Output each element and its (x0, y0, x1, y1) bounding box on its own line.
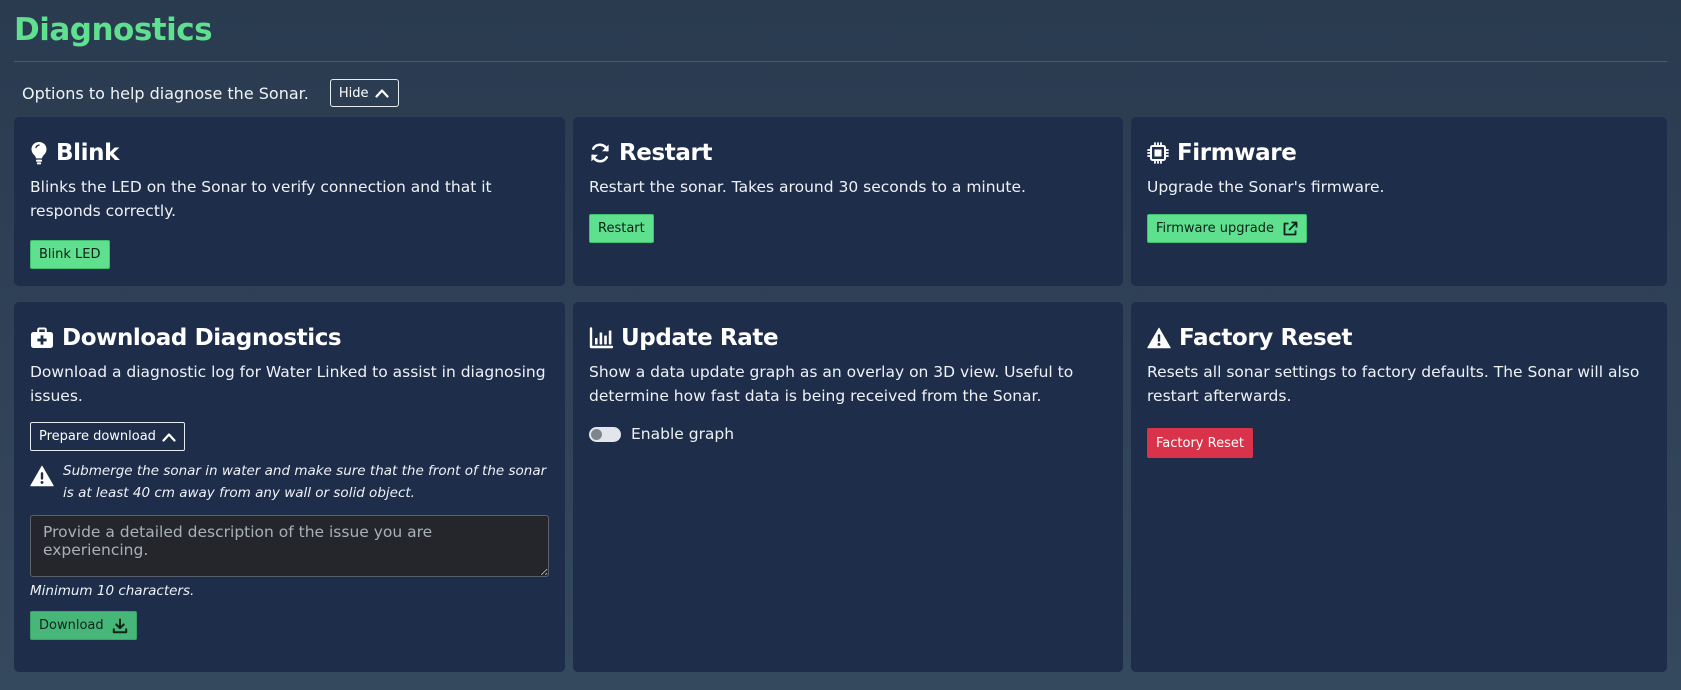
hide-button-label: Hide (338, 85, 369, 101)
restart-description: Restart the sonar. Takes around 30 secon… (589, 178, 1026, 196)
intro-row: Options to help diagnose the Sonar. Hide (22, 79, 400, 107)
firmware-title: Firmware (1177, 140, 1297, 166)
minimum-characters-hint: Minimum 10 characters. (30, 583, 195, 599)
chip-icon (1147, 142, 1169, 164)
blink-card-header: Blink (30, 139, 549, 167)
issue-description-input[interactable] (30, 515, 549, 577)
prepare-download-button-label: Prepare download (39, 429, 156, 444)
enable-graph-toggle[interactable] (589, 426, 621, 442)
factory-reset-card: Factory Reset Resets all sonar settings … (1131, 302, 1667, 672)
prepare-download-button[interactable]: Prepare download (30, 422, 185, 451)
toggle-knob (591, 428, 602, 440)
warning-icon (30, 465, 54, 487)
factory-reset-button[interactable]: Factory Reset (1147, 428, 1253, 458)
warning-icon (1147, 327, 1171, 349)
factory-reset-title: Factory Reset (1179, 325, 1353, 351)
blink-led-button-label: Blink LED (39, 247, 101, 262)
firmware-description: Upgrade the Sonar's firmware. (1147, 178, 1385, 196)
download-diagnostics-card: Download Diagnostics Download a diagnost… (14, 302, 565, 672)
download-title: Download Diagnostics (62, 325, 342, 351)
bar-chart-icon (589, 327, 613, 349)
factory-reset-card-header: Factory Reset (1147, 324, 1651, 352)
firmware-upgrade-button-label: Firmware upgrade (1156, 221, 1275, 236)
restart-button-label: Restart (598, 221, 645, 236)
restart-card-header: Restart (589, 139, 1107, 167)
hide-button[interactable]: Hide (329, 79, 400, 107)
intro-text: Options to help diagnose the Sonar. (22, 83, 309, 103)
restart-card: Restart Restart the sonar. Takes around … (573, 117, 1123, 286)
medkit-icon (31, 327, 53, 348)
title-divider (14, 61, 1667, 62)
blink-description: Blinks the LED on the Sonar to verify co… (30, 178, 492, 220)
enable-graph-label: Enable graph (631, 425, 735, 443)
download-button[interactable]: Download (30, 611, 137, 640)
factory-reset-description: Resets all sonar settings to factory def… (1147, 363, 1640, 405)
update-rate-description: Show a data update graph as an overlay o… (589, 363, 1074, 405)
blink-led-button[interactable]: Blink LED (30, 240, 110, 269)
blink-card: Blink Blinks the LED on the Sonar to ver… (14, 117, 565, 286)
enable-graph-row: Enable graph (589, 425, 1107, 443)
warning-text: Submerge the sonar in water and make sur… (63, 463, 547, 501)
restart-title: Restart (619, 140, 713, 166)
update-rate-card-header: Update Rate (589, 324, 1107, 352)
restart-button[interactable]: Restart (589, 214, 654, 243)
firmware-upgrade-button[interactable]: Firmware upgrade (1147, 214, 1308, 243)
download-description: Download a diagnostic log for Water Link… (30, 363, 546, 405)
download-warning: Submerge the sonar in water and make sur… (30, 460, 549, 504)
page-title: Diagnostics (14, 12, 213, 48)
lightbulb-icon (31, 142, 47, 165)
blink-title: Blink (56, 140, 119, 166)
chevron-up-icon (162, 432, 176, 442)
refresh-icon (591, 143, 609, 163)
download-card-header: Download Diagnostics (30, 324, 549, 352)
firmware-card: Firmware Upgrade the Sonar's firmware. F… (1131, 117, 1667, 286)
external-link-icon (1283, 221, 1298, 235)
factory-reset-button-label: Factory Reset (1156, 435, 1244, 451)
update-rate-title: Update Rate (621, 325, 779, 351)
download-icon (112, 618, 127, 633)
firmware-card-header: Firmware (1147, 139, 1651, 167)
update-rate-card: Update Rate Show a data update graph as … (573, 302, 1123, 672)
chevron-up-icon (375, 89, 390, 98)
download-button-label: Download (39, 618, 104, 633)
